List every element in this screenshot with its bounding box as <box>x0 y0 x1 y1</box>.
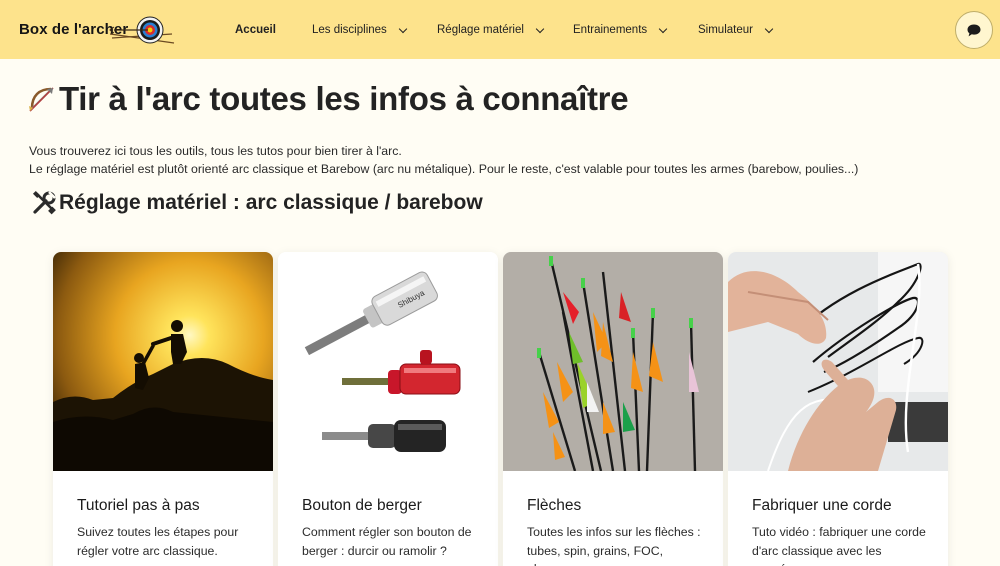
archery-target-logo-icon[interactable] <box>108 12 178 48</box>
section-title: Réglage matériel : arc classique / bareb… <box>31 190 483 216</box>
page-title: Tir à l'arc toutes les infos à connaître <box>27 80 629 118</box>
card-fabriquer-corde[interactable]: Fabriquer une corde Tuto vidéo : fabriqu… <box>728 252 948 566</box>
nav-item-entrainements[interactable]: Entrainements <box>573 0 668 59</box>
chevron-down-icon[interactable] <box>535 24 545 33</box>
card-description: Suivez toutes les étapes pour régler vot… <box>77 525 239 558</box>
nav-item-disciplines[interactable]: Les disciplines <box>312 0 408 59</box>
nav-item-label: Réglage matériel <box>437 23 524 36</box>
card-bouton-berger[interactable]: Shibuya Bouton de berger Comment régler … <box>278 252 498 566</box>
page-title-text: Tir à l'arc toutes les infos à connaître <box>59 80 629 117</box>
intro-text: Vous trouverez ici tous les outils, tous… <box>29 142 858 178</box>
card-image-plunger-buttons: Shibuya <box>278 252 498 471</box>
card-description: Tuto vidéo : fabriquer une corde d'arc c… <box>752 525 926 566</box>
card-description: Comment régler son bouton de berger : du… <box>302 525 472 558</box>
bow-and-arrow-icon <box>29 87 54 112</box>
card-title[interactable]: Bouton de berger <box>302 497 422 515</box>
intro-line-1: Vous trouverez ici tous les outils, tous… <box>29 144 402 158</box>
nav-item-label: Les disciplines <box>312 23 387 36</box>
card-title[interactable]: Flèches <box>527 497 581 515</box>
nav-item-label: Simulateur <box>698 23 753 36</box>
card-title[interactable]: Fabriquer une corde <box>752 497 892 515</box>
card-image-arrows <box>503 252 723 471</box>
nav-item-reglage-materiel[interactable]: Réglage matériel <box>437 0 545 59</box>
card-tutoriel[interactable]: Tutoriel pas à pas Suivez toutes les éta… <box>53 252 273 566</box>
chevron-down-icon[interactable] <box>398 24 408 33</box>
card-title[interactable]: Tutoriel pas à pas <box>77 497 200 515</box>
nav-item-label: Accueil <box>235 23 276 36</box>
chat-bubble-icon <box>967 24 981 36</box>
chevron-down-icon[interactable] <box>658 24 668 33</box>
intro-line-2: Le réglage matériel est plutôt orienté a… <box>29 162 859 176</box>
chevron-down-icon[interactable] <box>764 24 774 33</box>
card-image-bowstring-hands <box>728 252 948 471</box>
top-navigation-bar: Box de l'archer Accueil Les disciplines … <box>0 0 1000 59</box>
nav-item-label: Entrainements <box>573 23 648 36</box>
card-description: Toutes les infos sur les flèches : tubes… <box>527 525 701 566</box>
tools-icon <box>32 190 56 215</box>
card-image-climbers-sunset <box>53 252 273 471</box>
chat-button[interactable] <box>955 11 993 49</box>
section-title-text: Réglage matériel : arc classique / bareb… <box>59 191 483 214</box>
nav-item-accueil[interactable]: Accueil <box>235 0 276 59</box>
card-fleches[interactable]: Flèches Toutes les infos sur les flèches… <box>503 252 723 566</box>
nav-item-simulateur[interactable]: Simulateur <box>698 0 774 59</box>
